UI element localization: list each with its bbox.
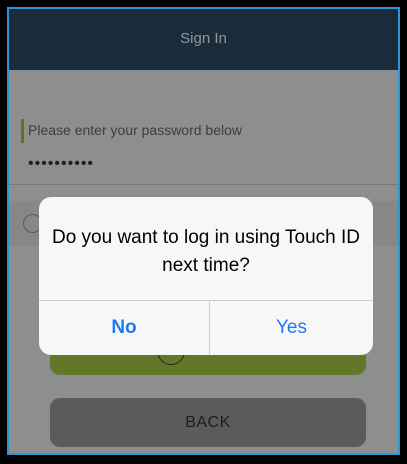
no-button[interactable]: No: [39, 301, 209, 355]
touch-id-dialog: Do you want to log in using Touch ID nex…: [39, 197, 373, 355]
yes-button[interactable]: Yes: [210, 301, 373, 355]
dialog-message: Do you want to log in using Touch ID nex…: [51, 227, 361, 276]
app-screen: Sign In Please enter your password below…: [7, 7, 400, 455]
